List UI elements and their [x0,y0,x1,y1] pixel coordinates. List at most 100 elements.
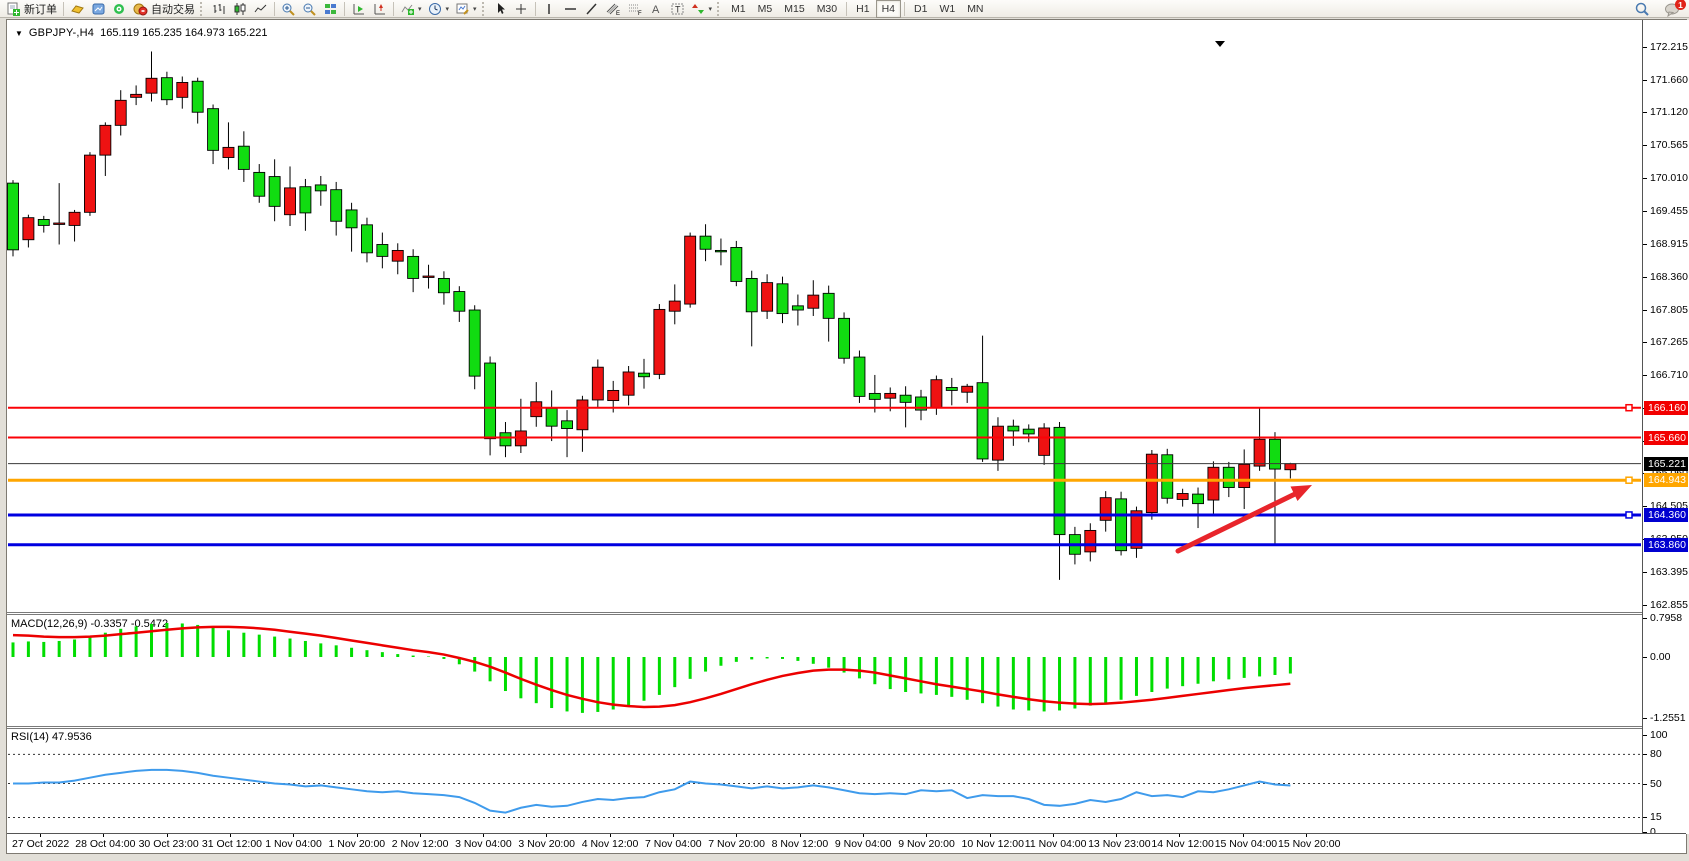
axis-tick-label: 165.600 [1650,436,1688,447]
axis-tick-label: 170.010 [1650,173,1688,184]
toolbar-separator [535,2,536,16]
axis-tick [1643,618,1647,619]
axis-tick-label: -1.2551 [1650,713,1686,724]
chart-title: GBPJPY-,H4 [29,27,94,39]
periods-button[interactable]: ▾ [425,1,453,17]
timeframe-button-mn[interactable]: MN [961,0,989,18]
dropdown-caret-icon: ▾ [418,5,422,13]
axis-tick-label: 164.505 [1650,501,1688,512]
axis-tick [1643,178,1647,179]
axis-tick-label: 162.855 [1650,600,1688,611]
axis-tick [1643,145,1647,146]
timeframe-button-m15[interactable]: M15 [778,0,810,18]
time-axis-label: 1 Nov 20:00 [329,838,386,850]
time-axis-label: 9 Nov 04:00 [835,838,892,850]
chart-window: ▼ GBPJPY-,H4 165.119 165.235 164.973 165… [6,19,1687,854]
text-label-icon: T [670,2,685,16]
text-icon: A [649,2,664,16]
timeframe-button-m30[interactable]: M30 [811,0,843,18]
time-tick [863,834,864,837]
axis-tick [1643,277,1647,278]
axis-tick [1643,817,1647,818]
chart-forward-button[interactable] [348,1,369,17]
chart-shift-marker[interactable] [1215,41,1225,47]
zoom-out-button[interactable] [299,1,320,17]
axis-tick [1643,784,1647,785]
time-axis-label: 15 Nov 04:00 [1215,838,1277,850]
time-tick [1179,834,1180,837]
axis-tick-label: 166.155 [1650,403,1688,414]
timeframe-toolbar: M1M5M15M30 H1H4 D1W1MN [725,0,989,18]
timeframe-button-w1[interactable]: W1 [933,0,961,18]
timeframe-button-m5[interactable]: M5 [752,0,779,18]
main-chart-pane[interactable] [7,20,1642,612]
trendline-button[interactable] [581,1,602,17]
market-watch-button[interactable] [67,1,88,17]
timeframe-button-d1[interactable]: D1 [908,0,933,18]
axis-tick-label: 167.805 [1650,305,1688,316]
gold-bar-icon [70,2,85,16]
new-order-button[interactable]: 新订单 [3,1,60,17]
macd-pane[interactable] [7,615,1642,726]
time-tick [1306,834,1307,837]
clock-icon [428,2,443,16]
zoom-in-icon [281,2,296,16]
add-indicator-icon [400,2,415,16]
timeframe-button-h1[interactable]: H1 [850,0,875,18]
axis-tick-label: 171.660 [1650,75,1688,86]
auto-trading-button[interactable]: 自动交易 [130,1,198,17]
cursor-arrow-icon [493,2,508,16]
equidistant-channel-button[interactable]: E [602,1,624,17]
collapse-triangle-icon[interactable]: ▼ [15,29,23,38]
chart-forward-icon [351,2,366,16]
sound-icon [112,2,127,16]
price-axis[interactable]: 172.215171.660171.120170.565170.010169.4… [1642,20,1689,834]
axis-tick-label: 163.950 [1650,534,1688,545]
vertical-line-button[interactable] [539,1,560,17]
data-window-button[interactable] [88,1,109,17]
axis-tick-label: 166.710 [1650,370,1688,381]
axis-tick-label: 50 [1650,779,1662,790]
axis-tick [1643,735,1647,736]
rsi-pane[interactable] [7,729,1642,834]
sound-button[interactable] [109,1,130,17]
text-label-button[interactable]: T [667,1,688,17]
time-tick [1243,834,1244,837]
crosshair-button[interactable] [511,1,532,17]
time-axis-label: 3 Nov 20:00 [518,838,575,850]
rsi-label: RSI(14) 47.9536 [11,731,92,743]
line-chart-button[interactable] [250,1,271,17]
horizontal-line-button[interactable] [560,1,581,17]
search-button[interactable] [1631,1,1653,17]
arrows-button[interactable]: ▾ [688,1,716,17]
bar-chart-icon [211,2,226,16]
indicators-button[interactable]: ▾ [397,1,425,17]
time-axis-label: 10 Nov 12:00 [962,838,1024,850]
fibonacci-button[interactable]: F [624,1,646,17]
text-button[interactable]: A [646,1,667,17]
candlestick-button[interactable] [229,1,250,17]
axis-tick [1643,80,1647,81]
toolbar-separator [393,2,394,16]
zoom-in-button[interactable] [278,1,299,17]
notifications-button[interactable]: 1 [1661,1,1683,17]
time-tick [357,834,358,837]
timeframe-button-m1[interactable]: M1 [725,0,752,18]
tile-windows-button[interactable] [320,1,341,17]
channel-icon: E [605,2,621,16]
axis-tick [1643,539,1647,540]
time-axis-label: 27 Oct 2022 [12,838,69,850]
time-axis-label: 1 Nov 04:00 [265,838,322,850]
notification-count-badge: 1 [1675,0,1686,10]
time-tick [167,834,168,837]
cursor-button[interactable] [490,1,511,17]
bar-chart-button[interactable] [208,1,229,17]
time-tick [673,834,674,837]
templates-button[interactable]: ▾ [452,1,480,17]
time-axis-label: 8 Nov 12:00 [772,838,829,850]
chart-shift-button[interactable] [369,1,390,17]
time-axis[interactable]: 27 Oct 202228 Oct 04:0030 Oct 23:0031 Oc… [7,833,1686,853]
time-tick [1116,834,1117,837]
axis-tick [1643,506,1647,507]
timeframe-button-h4[interactable]: H4 [876,0,901,18]
